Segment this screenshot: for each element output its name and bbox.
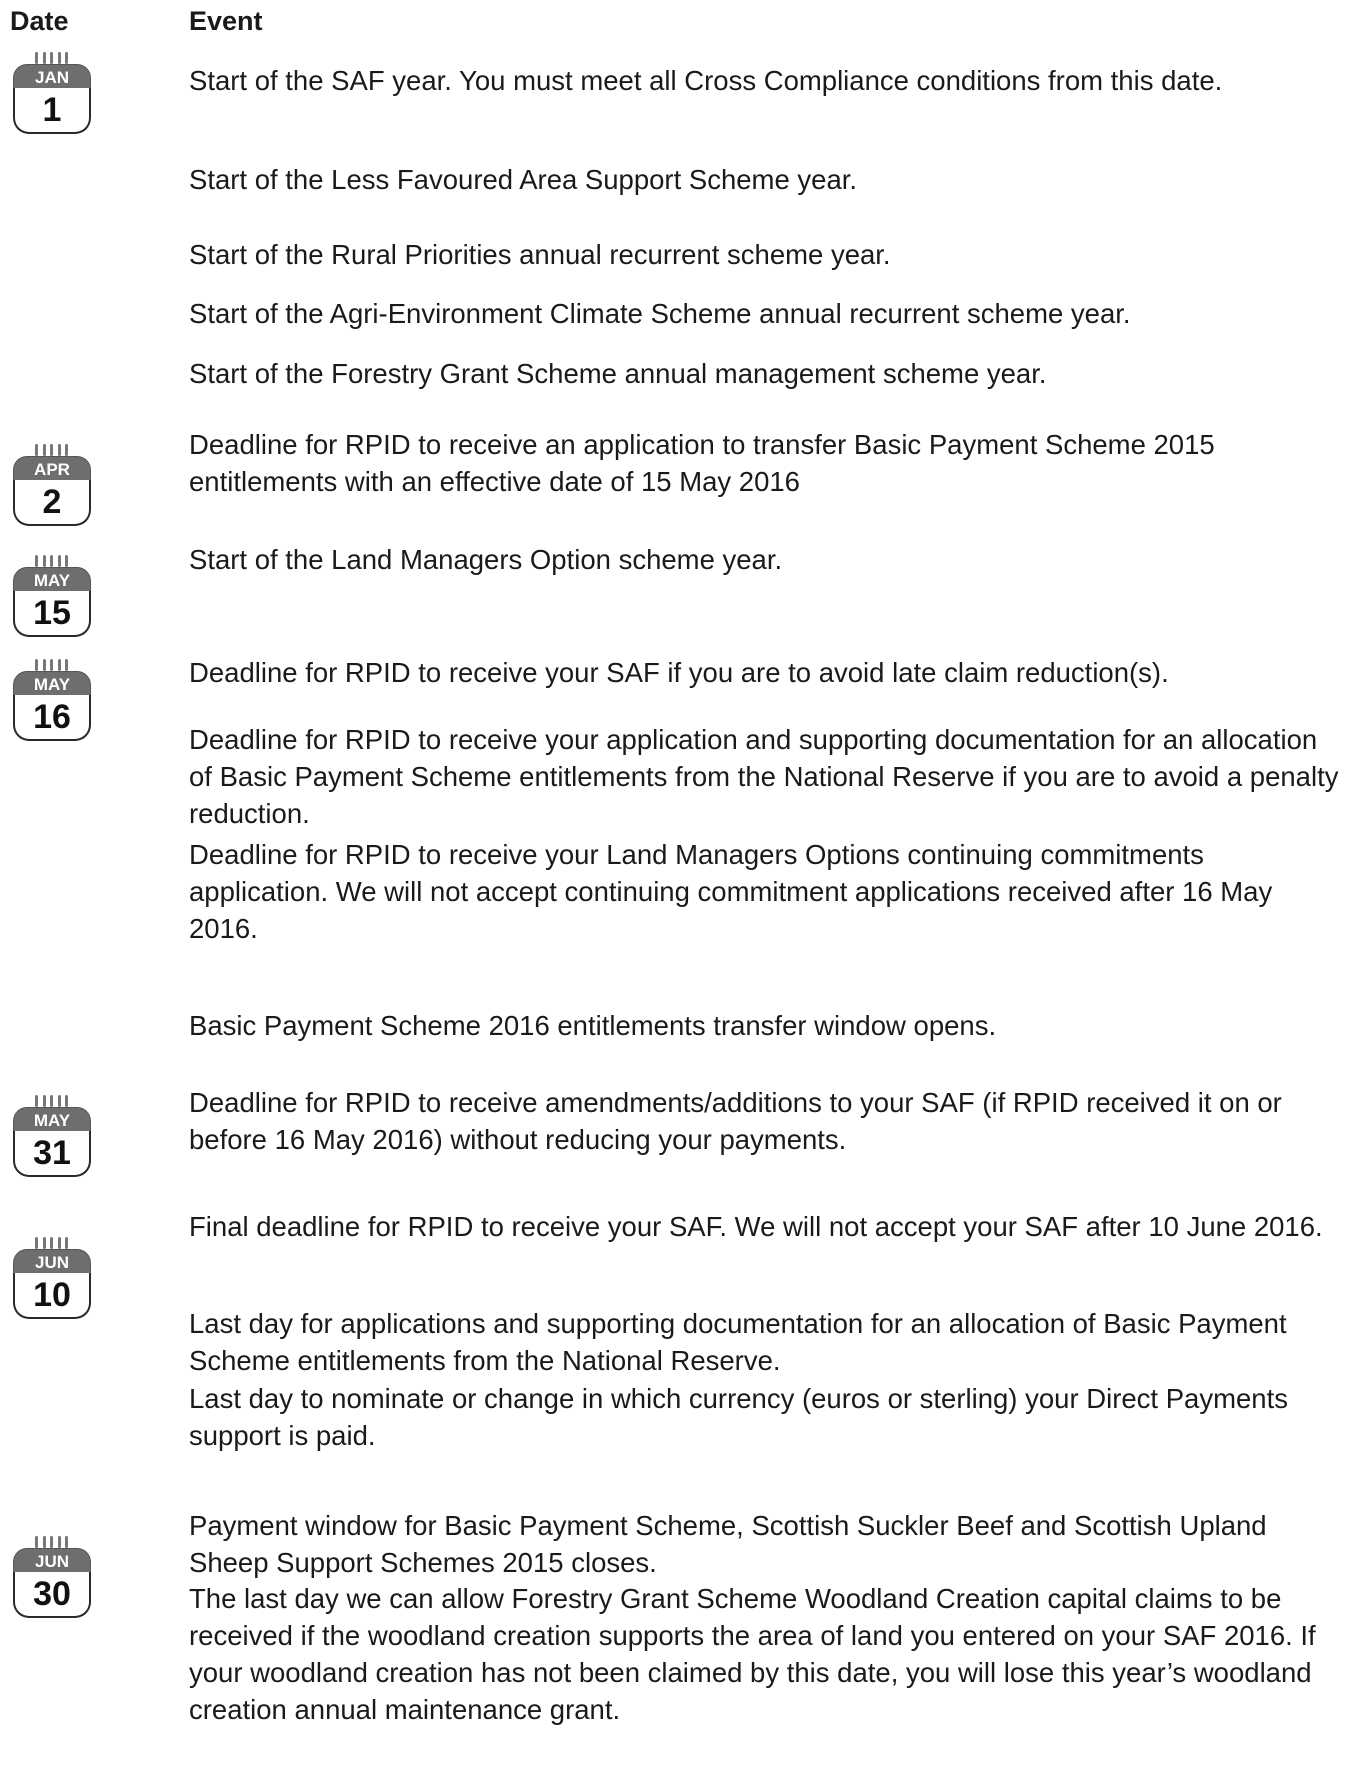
event-description: Deadline for RPID to receive an applicat… xyxy=(189,429,1215,497)
calendar-date-icon: MAY 31 xyxy=(13,1095,91,1180)
event-description: Final deadline for RPID to receive your … xyxy=(189,1211,1323,1242)
event-description: Start of the Land Managers Option scheme… xyxy=(189,544,783,575)
event-description: Start of the Rural Priorities annual rec… xyxy=(189,239,891,270)
calendar-day: 31 xyxy=(13,1131,91,1177)
calendar-day: 2 xyxy=(13,480,91,526)
event-description: Deadline for RPID to receive your SAF if… xyxy=(189,657,1169,688)
event-description: Basic Payment Scheme 2016 entitlements t… xyxy=(189,1010,997,1041)
calendar-table: JAN 1 Start of the SAF year. You must meet… xyxy=(0,0,1353,1769)
event-description: Last day to nominate or change in which … xyxy=(189,1383,1288,1451)
calendar-day: 16 xyxy=(13,695,91,741)
calendar-day: 1 xyxy=(13,88,91,134)
calendar-month: JAN xyxy=(13,64,91,90)
calendar-date-icon: JUN 10 xyxy=(13,1237,91,1322)
calendar-date-icon: APR 2 xyxy=(13,444,91,529)
calendar-month: MAY xyxy=(13,671,91,697)
event-description: Start of the Agri-Environment Climate Sc… xyxy=(189,298,1131,329)
event-description: The last day we can allow Forestry Grant… xyxy=(189,1583,1316,1725)
calendar-date-icon: MAY 15 xyxy=(13,555,91,640)
calendar-month: APR xyxy=(13,456,91,482)
event-description: Start of the Forestry Grant Scheme annua… xyxy=(189,358,1047,389)
event-description: Start of the Less Favoured Area Support … xyxy=(189,164,858,195)
event-description: Deadline for RPID to receive amendments/… xyxy=(189,1087,1282,1155)
calendar-day: 15 xyxy=(13,591,91,637)
calendar-month: MAY xyxy=(13,1107,91,1133)
calendar-month: MAY xyxy=(13,567,91,593)
calendar-date-icon: JUN 30 xyxy=(13,1536,91,1621)
calendar-day: 30 xyxy=(13,1572,91,1618)
event-description: Payment window for Basic Payment Scheme,… xyxy=(189,1510,1267,1578)
event-description: Deadline for RPID to receive your Land M… xyxy=(189,839,1273,944)
event-description: Start of the SAF year. You must meet all… xyxy=(189,65,1223,96)
event-description: Last day for applications and supporting… xyxy=(189,1308,1287,1376)
calendar-month: JUN xyxy=(13,1249,91,1275)
event-description: Deadline for RPID to receive your applic… xyxy=(189,724,1339,829)
calendar-date-icon: MAY 16 xyxy=(13,659,91,744)
calendar-day: 10 xyxy=(13,1273,91,1319)
calendar-date-icon: JAN 1 xyxy=(13,52,91,137)
calendar-month: JUN xyxy=(13,1548,91,1574)
